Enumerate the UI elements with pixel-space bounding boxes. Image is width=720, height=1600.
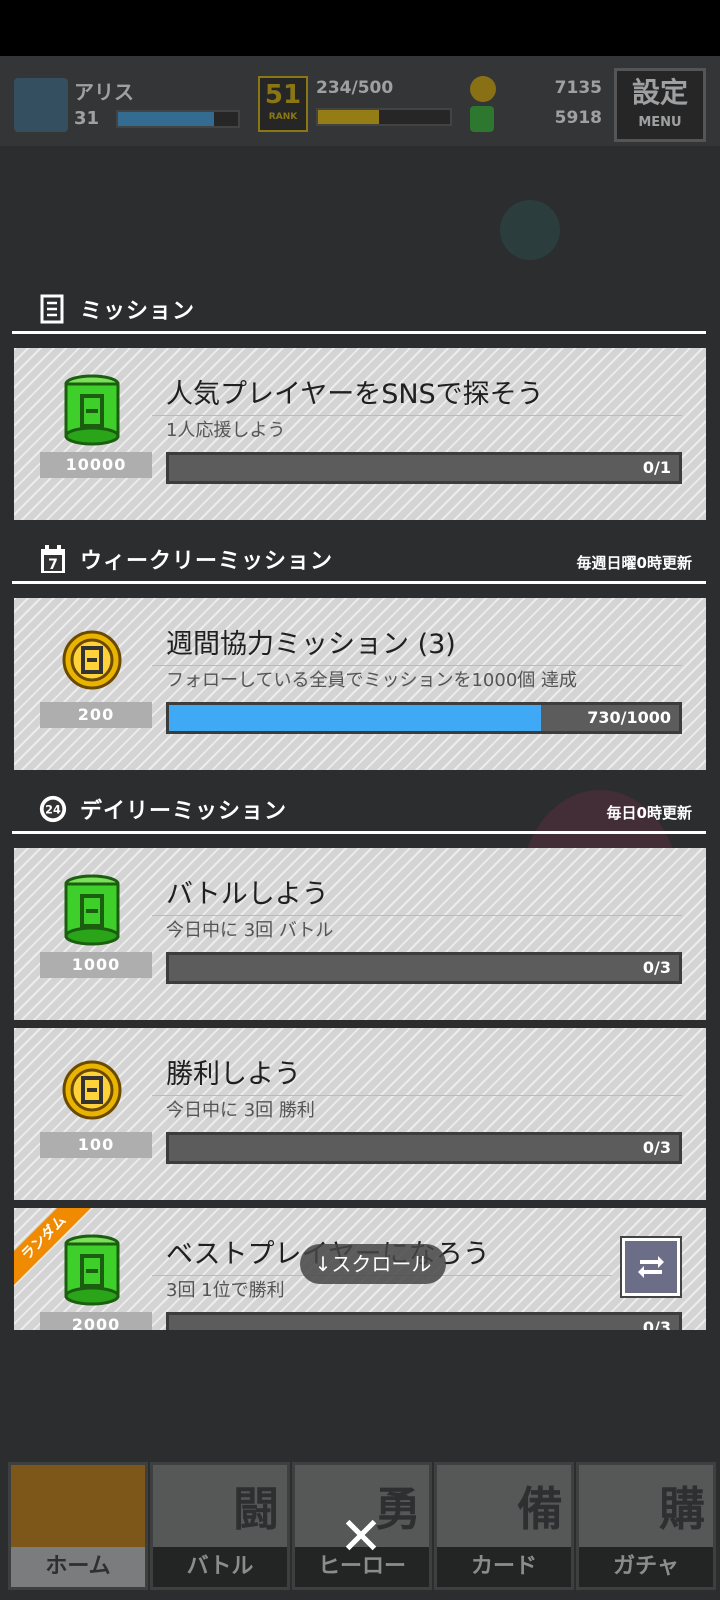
nav-label: ホーム — [11, 1547, 145, 1587]
svg-text:7: 7 — [48, 557, 58, 573]
svg-text:24: 24 — [45, 804, 61, 817]
mission-title: 週間協力ミッション (3) — [152, 622, 682, 666]
rank-badge: 51 RANK — [258, 76, 308, 132]
24h-icon: 24 — [39, 795, 67, 823]
progress-text: 0/1 — [642, 458, 671, 477]
section-header-weekly: 7 ウィークリーミッション 毎週日曜0時更新 — [12, 540, 706, 584]
mission-subtitle: 1人応援しよう — [166, 420, 286, 441]
progress-bar: 0/3 — [166, 1312, 682, 1330]
progress-bar: 0/3 — [166, 1132, 682, 1164]
gold-amount: 7135 — [554, 78, 602, 98]
refresh-icon — [638, 1256, 664, 1278]
mission-card[interactable]: 10000 人気プレイヤーをSNSで探そう 1人応援しよう 0/1 — [14, 348, 706, 520]
mission-subtitle: フォローしている全員でミッションを1000個 達成 — [166, 670, 577, 691]
mission-title: 人気プレイヤーをSNSで探そう — [152, 372, 682, 416]
reward-amount: 1000 — [40, 952, 152, 978]
mission-title: バトルしよう — [152, 872, 682, 916]
menu-label: MENU — [638, 115, 682, 130]
settings-button: 設定 MENU — [614, 68, 706, 142]
mission-title: 勝利しよう — [152, 1052, 682, 1096]
green-barrel-icon — [470, 106, 494, 132]
nav-label: カード — [437, 1547, 571, 1587]
player-level: 31 — [74, 108, 100, 129]
section-title: ミッション — [80, 299, 196, 324]
nav-kanji: 備 — [517, 1482, 563, 1536]
progress-bar: 0/3 — [166, 952, 682, 984]
game-header: アリス 31 51 RANK 234/500 7135 5918 設定 MENU — [0, 56, 720, 146]
nav-kanji: 闘 — [233, 1482, 279, 1536]
section-header-missions: ミッション — [12, 290, 706, 334]
mission-subtitle: 3回 1位で勝利 — [166, 1280, 285, 1301]
nav-battle: 闘 バトル — [150, 1462, 290, 1590]
level-bar — [116, 110, 240, 128]
player-name: アリス — [74, 80, 134, 104]
calendar-7-icon: 7 — [41, 545, 65, 573]
progress-fill — [169, 705, 542, 731]
progress-text: 0/3 — [642, 1318, 671, 1330]
settings-label: 設定 — [631, 76, 688, 109]
mission-card[interactable]: 200 週間協力ミッション (3) フォローしている全員でミッションを1000個… — [14, 598, 706, 770]
gem-amount: 5918 — [554, 108, 602, 128]
nav-label: ガチャ — [579, 1547, 713, 1587]
mission-card[interactable]: 100 勝利しよう 今日中に 3回 勝利 0/3 — [14, 1028, 706, 1200]
nav-home: ホーム — [8, 1462, 148, 1590]
avatar — [14, 78, 68, 132]
document-icon — [40, 294, 64, 324]
section-title: ウィークリーミッション — [80, 549, 334, 574]
gold-coin-icon — [62, 1060, 122, 1120]
exp-text: 234/500 — [316, 78, 394, 98]
reset-note: 毎週日曜0時更新 — [576, 554, 692, 572]
progress-text: 0/3 — [642, 958, 671, 977]
exp-bar — [316, 108, 452, 126]
gold-coin-icon — [470, 76, 496, 102]
green-barrel-icon — [64, 374, 120, 446]
refresh-mission-button[interactable] — [620, 1236, 682, 1298]
section-title: デイリーミッション — [80, 799, 288, 824]
nav-gacha: 購 ガチャ — [576, 1462, 716, 1590]
status-bar — [0, 0, 720, 56]
rank-number: 51 — [264, 80, 302, 110]
progress-bar: 0/1 — [166, 452, 682, 484]
reset-note: 毎日0時更新 — [606, 804, 692, 822]
nav-label: バトル — [153, 1547, 287, 1587]
reward-amount: 200 — [40, 702, 152, 728]
progress-text: 730/1000 — [587, 708, 671, 727]
section-header-daily: 24 デイリーミッション 毎日0時更新 — [12, 790, 706, 834]
gold-coin-icon — [62, 630, 122, 690]
green-barrel-icon — [64, 1234, 120, 1306]
nav-card: 備 カード — [434, 1462, 574, 1590]
mission-card[interactable]: 1000 バトルしよう 今日中に 3回 バトル 0/3 — [14, 848, 706, 1020]
scroll-hint: ↓スクロール — [300, 1244, 446, 1284]
mission-subtitle: 今日中に 3回 バトル — [166, 920, 334, 941]
green-barrel-icon — [64, 874, 120, 946]
close-button[interactable]: ✕ — [336, 1511, 386, 1563]
mission-panel: ミッション 10000 人気プレイヤーをSNSで探そう 1人応援しよう 0/1 … — [0, 290, 720, 1330]
nav-kanji: 購 — [659, 1482, 705, 1536]
reward-amount: 2000 — [40, 1312, 152, 1330]
rank-label: RANK — [268, 112, 298, 122]
background-decoration — [500, 200, 560, 260]
reward-amount: 100 — [40, 1132, 152, 1158]
progress-text: 0/3 — [642, 1138, 671, 1157]
progress-bar: 730/1000 — [166, 702, 682, 734]
mission-subtitle: 今日中に 3回 勝利 — [166, 1100, 315, 1121]
reward-amount: 10000 — [40, 452, 152, 478]
